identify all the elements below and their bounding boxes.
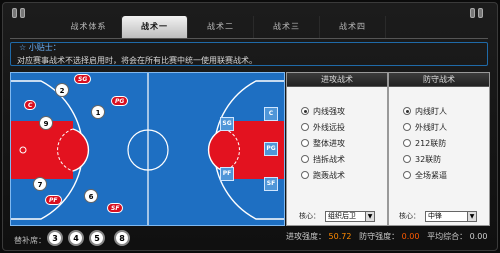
defense-core-select[interactable]: 中锋 ▼: [425, 211, 477, 222]
tip-text: 对应赛事战术不选择启用时，将会在所有比赛中统一使用联赛战术。: [17, 56, 257, 65]
basketball-court: 2 1 9 7 6 SG PG C PF SF SG C PG PF SF: [10, 72, 285, 226]
screw-decor-left: [12, 8, 17, 18]
defense-strength-value: 0.00: [401, 232, 420, 241]
offense-option[interactable]: 整体进攻: [301, 138, 345, 150]
position-slot[interactable]: SF: [264, 177, 278, 191]
defense-header: 防守战术: [389, 73, 489, 87]
bench-label: 替补席：: [14, 236, 46, 245]
defense-option[interactable]: 212联防: [403, 138, 446, 150]
tab-divider: [10, 38, 488, 39]
offense-header: 进攻战术: [287, 73, 387, 87]
tab-tactic-3[interactable]: 战术三: [254, 16, 320, 38]
offense-option[interactable]: 内线强攻: [301, 106, 345, 118]
radio-icon[interactable]: [301, 154, 309, 163]
radio-icon[interactable]: [403, 170, 411, 179]
radio-icon[interactable]: [301, 170, 309, 179]
bench-player[interactable]: 3: [47, 230, 63, 246]
radio-icon[interactable]: [403, 122, 411, 131]
tab-tactic-1[interactable]: 战术一: [122, 16, 188, 38]
screw-decor-right: [470, 8, 475, 18]
opponent-label: SG: [74, 74, 92, 84]
opponent-label: PF: [45, 195, 62, 205]
radio-icon[interactable]: [301, 122, 309, 131]
player-marker[interactable]: 7: [33, 177, 47, 191]
player-marker[interactable]: 2: [55, 83, 69, 97]
defense-strength-label: 防守强度：: [359, 232, 400, 241]
screw-decor-left-2: [20, 8, 25, 18]
bench-player[interactable]: 8: [114, 230, 130, 246]
offense-core-select[interactable]: 组织后卫 ▼: [325, 211, 375, 222]
defense-option[interactable]: 全场紧逼: [403, 170, 447, 182]
avg-rating-label: 平均综合：: [427, 232, 468, 241]
radio-icon[interactable]: [403, 154, 411, 163]
defense-option[interactable]: 外线盯人: [403, 122, 447, 134]
defense-option[interactable]: 内线盯人: [403, 106, 447, 118]
position-slot[interactable]: PF: [220, 167, 234, 181]
position-slot[interactable]: SG: [220, 117, 234, 131]
offense-option[interactable]: 跑轰战术: [301, 170, 345, 182]
chevron-down-icon[interactable]: ▼: [365, 212, 374, 221]
opponent-label: SF: [107, 203, 124, 213]
avg-rating-value: 0.00: [469, 232, 488, 241]
radio-icon[interactable]: [301, 106, 309, 115]
tip-title: ☆ 小贴士：: [19, 43, 61, 52]
offense-core-label: 核心：: [299, 212, 320, 220]
bench-player[interactable]: 5: [89, 230, 105, 246]
offense-option[interactable]: 挡拆战术: [301, 154, 345, 166]
position-slot[interactable]: C: [264, 107, 278, 121]
tab-bar: 战术体系 战术一 战术二 战术三 战术四: [56, 16, 386, 38]
offense-panel: 进攻战术 内线强攻 外线远投 整体进攻 挡拆战术 跑轰战术 核心： 组织后卫 ▼: [286, 72, 388, 226]
defense-core-label: 核心：: [399, 212, 420, 220]
radio-icon[interactable]: [403, 106, 411, 115]
bench-player[interactable]: 4: [68, 230, 84, 246]
tip-box: ☆ 小贴士： 对应赛事战术不选择启用时，将会在所有比赛中统一使用联赛战术。: [10, 42, 488, 66]
chevron-down-icon[interactable]: ▼: [467, 212, 476, 221]
player-marker[interactable]: 6: [84, 189, 98, 203]
opponent-label: C: [24, 100, 37, 110]
tab-system[interactable]: 战术体系: [56, 16, 122, 38]
offense-strength-label: 进攻强度：: [286, 232, 326, 241]
position-slot[interactable]: PG: [264, 142, 278, 156]
tab-tactic-2[interactable]: 战术二: [188, 16, 254, 38]
radio-icon[interactable]: [301, 138, 309, 147]
player-marker[interactable]: 9: [39, 116, 53, 130]
offense-option[interactable]: 外线远投: [301, 122, 345, 134]
stats-bar: 进攻强度： 50.72 防守强度： 0.00 平均综合： 0.00: [286, 231, 487, 242]
defense-panel: 防守战术 内线盯人 外线盯人 212联防 32联防 全场紧逼 核心： 中锋 ▼: [388, 72, 490, 226]
tab-tactic-4[interactable]: 战术四: [320, 16, 386, 38]
player-marker[interactable]: 1: [91, 105, 105, 119]
opponent-label: PG: [111, 96, 129, 106]
screw-decor-right-2: [478, 8, 483, 18]
offense-strength-value: 50.72: [328, 232, 352, 241]
defense-option[interactable]: 32联防: [403, 154, 441, 166]
radio-icon[interactable]: [403, 138, 411, 147]
